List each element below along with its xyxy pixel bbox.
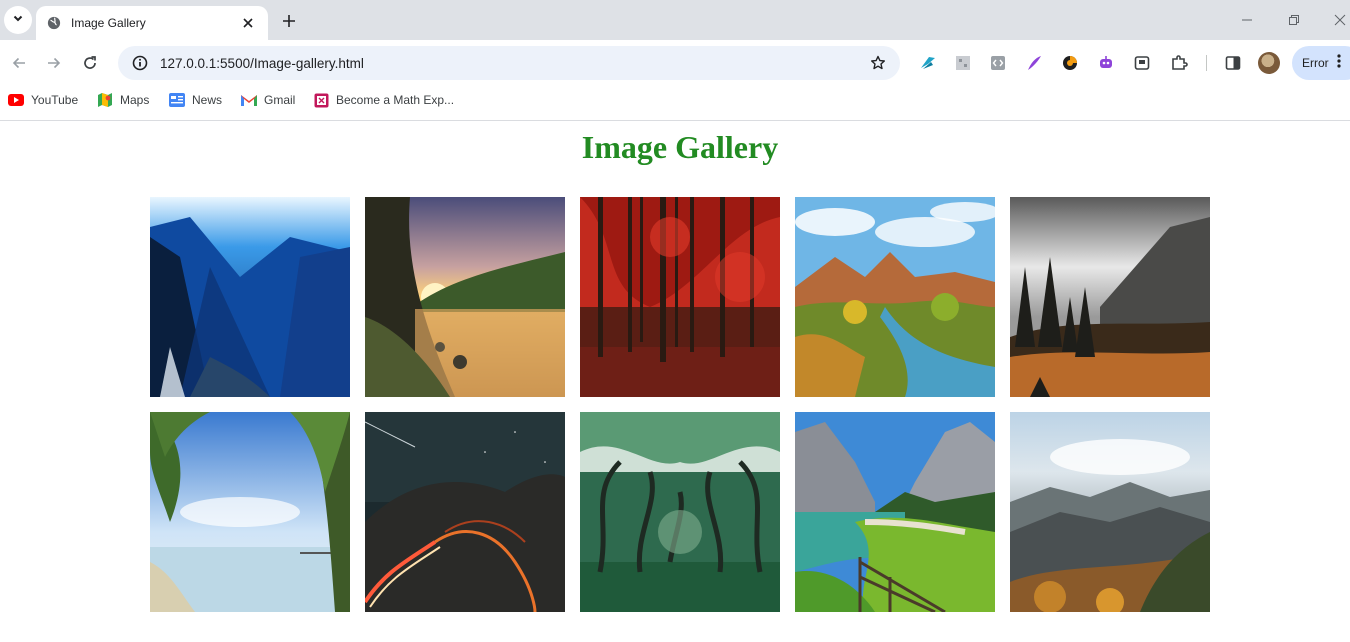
bookmark-site-icon	[313, 92, 329, 108]
extension-circle-icon[interactable]	[1059, 52, 1081, 74]
extension-bird-icon[interactable]	[917, 52, 939, 74]
bookmark-label: YouTube	[31, 93, 79, 107]
bookmark-youtube[interactable]: YouTube	[8, 91, 78, 109]
page-title: Image Gallery	[581, 129, 779, 165]
tab-title: Image Gallery	[71, 16, 146, 30]
gmail-icon	[241, 92, 257, 108]
youtube-icon	[8, 92, 24, 108]
active-tab[interactable]: Image Gallery	[36, 6, 268, 40]
bookmark-maps[interactable]: Maps	[97, 91, 149, 109]
bookmark-label: News	[192, 93, 223, 107]
back-button[interactable]	[7, 51, 31, 75]
tab-search-button[interactable]	[4, 6, 32, 34]
url-text[interactable]: 127.0.0.1:5500/Image-gallery.html	[160, 56, 868, 71]
news-icon	[169, 92, 185, 108]
gallery-image-blue-mountains[interactable]	[150, 197, 350, 397]
profile-avatar[interactable]	[1258, 52, 1280, 74]
gallery-image-pine-forest[interactable]	[1010, 197, 1210, 397]
extension-box-icon[interactable]	[1131, 52, 1153, 74]
bookmark-label: Become a Math Exp...	[336, 93, 455, 107]
maps-icon	[97, 92, 113, 108]
tab-strip: Image Gallery	[0, 0, 1350, 40]
bookmark-gmail[interactable]: Gmail	[241, 91, 295, 109]
reload-button[interactable]	[78, 51, 102, 75]
gallery-image-river-valley[interactable]	[795, 197, 995, 397]
browser-toolbar: 127.0.0.1:5500/Image-gallery.html	[0, 40, 1350, 86]
bookmarks-bar: YouTube Maps News Gmail Become a Math Ex…	[0, 86, 1350, 114]
bookmark-star-icon[interactable]	[868, 53, 888, 73]
bookmark-label: Gmail	[264, 93, 296, 107]
gallery-image-tree-tunnel[interactable]	[580, 412, 780, 612]
globe-icon	[46, 15, 62, 31]
profile-error-label: Error	[1302, 56, 1329, 70]
gallery-image-sunset-lake[interactable]	[365, 197, 565, 397]
new-tab-button[interactable]	[278, 10, 300, 32]
gallery-image-tropical-beach[interactable]	[150, 412, 350, 612]
address-bar[interactable]: 127.0.0.1:5500/Image-gallery.html	[118, 46, 900, 80]
page-content: Image Gallery	[0, 121, 1350, 642]
minimize-window-icon[interactable]	[1235, 8, 1259, 32]
extension-code-icon[interactable]	[987, 52, 1009, 74]
bookmark-news[interactable]: News	[169, 91, 222, 109]
more-menu-icon[interactable]	[1337, 53, 1341, 73]
profile-error-button[interactable]: Error	[1292, 46, 1350, 80]
gallery-image-misty-mountains[interactable]	[1010, 412, 1210, 612]
restore-window-icon[interactable]	[1282, 8, 1306, 32]
gallery-image-red-forest[interactable]	[580, 197, 780, 397]
bookmark-math[interactable]: Become a Math Exp...	[313, 91, 454, 109]
image-gallery	[150, 197, 1210, 612]
gallery-image-night-road[interactable]	[365, 412, 565, 612]
chevron-down-icon	[12, 11, 24, 29]
extension-quill-icon[interactable]	[1023, 52, 1045, 74]
side-panel-icon[interactable]	[1222, 52, 1244, 74]
site-info-icon[interactable]	[130, 53, 150, 73]
toolbar-divider	[1206, 55, 1207, 71]
bookmark-label: Maps	[120, 93, 150, 107]
close-window-icon[interactable]	[1328, 8, 1350, 32]
extension-robot-icon[interactable]	[1095, 52, 1117, 74]
close-tab-icon[interactable]	[238, 13, 258, 33]
extension-grid-icon[interactable]	[952, 52, 974, 74]
extensions-puzzle-icon[interactable]	[1168, 52, 1190, 74]
forward-button[interactable]	[42, 51, 66, 75]
gallery-image-alpine-lake[interactable]	[795, 412, 995, 612]
